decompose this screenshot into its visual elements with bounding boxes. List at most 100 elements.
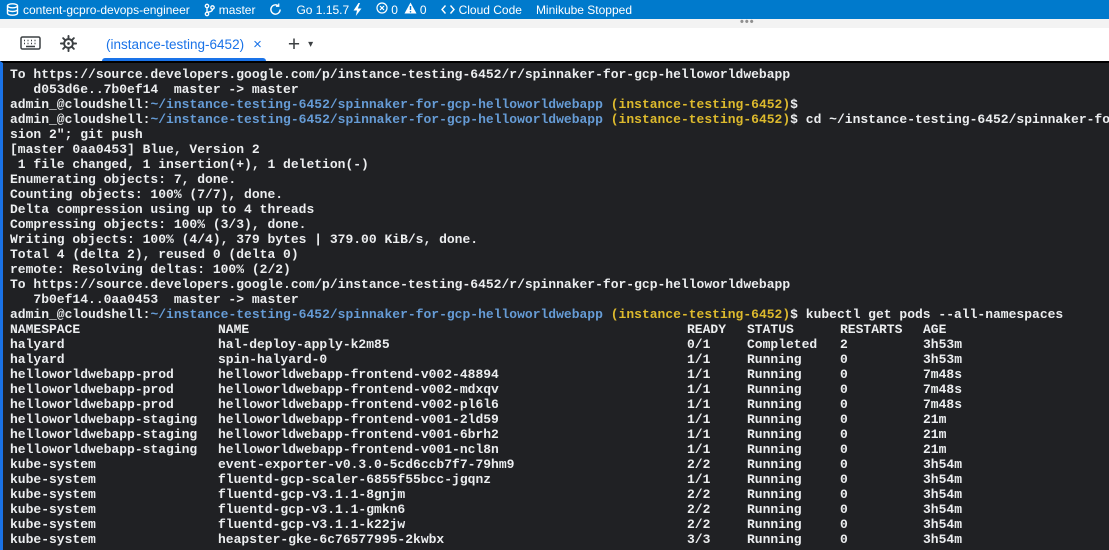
terminal-text-segment: sion 2"; git push — [10, 127, 143, 142]
status-project[interactable]: content-gcpro-devops-engineer — [6, 3, 190, 17]
pods-header-cell: STATUS — [747, 322, 794, 337]
status-minikube[interactable]: Minikube Stopped — [536, 3, 632, 17]
terminal-tab-bar: (instance-testing-6452) × + ▾ — [0, 28, 1109, 61]
pods-cell: fluentd-gcp-scaler-6855f55bcc-jgqnz — [218, 472, 491, 487]
terminal-text-segment: To https://source.developers.google.com/… — [10, 67, 790, 82]
pods-cell: fluentd-gcp-v3.1.1-gmkn6 — [218, 502, 405, 517]
terminal-text-segment: (instance-testing-6452) — [611, 307, 790, 322]
terminal-line: To https://source.developers.google.com/… — [10, 67, 1109, 82]
pods-row: helloworldwebapp-staginghelloworldwebapp… — [10, 427, 1109, 442]
pods-cell: kube-system — [10, 502, 96, 517]
terminal[interactable]: To https://source.developers.google.com/… — [0, 61, 1109, 550]
pods-row: helloworldwebapp-staginghelloworldwebapp… — [10, 442, 1109, 457]
pods-cell: 3h53m — [923, 352, 962, 367]
terminal-settings-button[interactable] — [59, 34, 78, 56]
pods-cell: Running — [747, 472, 802, 487]
tab-instance-testing-6452[interactable]: (instance-testing-6452) × — [96, 28, 272, 61]
terminal-line: Compressing objects: 100% (3/3), done. — [10, 217, 1109, 232]
terminal-text-segment: 7b0ef14..0aa0453 master -> master — [10, 292, 299, 307]
status-git-branch[interactable]: master — [204, 3, 256, 17]
pods-cell: 3h54m — [923, 532, 962, 547]
pods-cell: kube-system — [10, 517, 96, 532]
window-drag-handle[interactable]: ••• — [740, 17, 755, 28]
pods-cell: 0 — [840, 487, 848, 502]
pods-cell: Running — [747, 427, 802, 442]
terminal-text-segment: Counting objects: 100% (7/7), done. — [10, 187, 283, 202]
status-go-version[interactable]: Go 1.15.7 — [296, 3, 362, 17]
pods-cell: 0 — [840, 442, 848, 457]
pods-cell: 1/1 — [687, 367, 710, 382]
add-tab-button[interactable]: + — [288, 34, 300, 55]
pods-cell: Running — [747, 532, 802, 547]
terminal-line: d053d6e..7b0ef14 master -> master — [10, 82, 1109, 97]
pods-row: helloworldwebapp-prodhelloworldwebapp-fr… — [10, 397, 1109, 412]
pods-cell: 0 — [840, 517, 848, 532]
status-bar: content-gcpro-devops-engineer master — [0, 0, 1109, 19]
status-minikube-label: Minikube Stopped — [536, 3, 632, 17]
terminal-text-segment: (instance-testing-6452) — [611, 112, 790, 127]
pods-cell: kube-system — [10, 472, 96, 487]
pods-cell: Running — [747, 397, 802, 412]
pods-cell: halyard — [10, 352, 65, 367]
sync-icon — [269, 3, 282, 16]
pods-cell: 21m — [923, 442, 946, 457]
status-sync[interactable] — [269, 3, 282, 16]
pods-cell: Running — [747, 487, 802, 502]
gear-icon — [59, 34, 78, 56]
pods-cell: 3h54m — [923, 487, 962, 502]
pods-cell: helloworldwebapp-prod — [10, 397, 174, 412]
terminal-line: admin_@cloudshell:~/instance-testing-645… — [10, 112, 1109, 127]
pods-cell: helloworldwebapp-frontend-v002-48894 — [218, 367, 499, 382]
pods-cell: 3h54m — [923, 502, 962, 517]
pods-cell: 0 — [840, 472, 848, 487]
pods-cell: Running — [747, 502, 802, 517]
pods-cell: 1/1 — [687, 397, 710, 412]
terminal-line: To https://source.developers.google.com/… — [10, 277, 1109, 292]
terminal-output: To https://source.developers.google.com/… — [10, 67, 1109, 322]
pods-cell: 3h54m — [923, 472, 962, 487]
pods-cell: 0 — [840, 382, 848, 397]
pods-cell: 2/2 — [687, 517, 710, 532]
terminal-text-segment: Total 4 (delta 2), reused 0 (delta 0) — [10, 247, 299, 262]
status-project-label: content-gcpro-devops-engineer — [23, 3, 190, 17]
terminal-line: Writing objects: 100% (4/4), 379 bytes |… — [10, 232, 1109, 247]
pods-row: kube-systemfluentd-gcp-v3.1.1-k22jw2/2Ru… — [10, 517, 1109, 532]
terminal-line: admin_@cloudshell:~/instance-testing-645… — [10, 307, 1109, 322]
pods-cell: 0/1 — [687, 337, 710, 352]
pods-cell: 21m — [923, 412, 946, 427]
terminal-text-segment: ~/instance-testing-6452/spinnaker-for-gc… — [150, 97, 602, 112]
terminal-text-segment: remote: Resolving deltas: 100% (2/2) — [10, 262, 291, 277]
terminal-text-segment: admin_@cloudshell: — [10, 307, 150, 322]
pods-cell: Running — [747, 517, 802, 532]
database-icon — [6, 3, 19, 17]
terminal-text-segment: admin_@cloudshell: — [10, 97, 150, 112]
keyboard-button[interactable] — [20, 35, 41, 54]
terminal-text-segment: Enumerating objects: 7, done. — [10, 172, 236, 187]
pods-row: kube-systemevent-exporter-v0.3.0-5cd6ccb… — [10, 457, 1109, 472]
pods-cell: spin-halyard-0 — [218, 352, 327, 367]
pods-cell: Running — [747, 412, 802, 427]
terminal-text-segment: 1 file changed, 1 insertion(+), 1 deleti… — [10, 157, 369, 172]
terminal-text-segment: d053d6e..7b0ef14 master -> master — [10, 82, 299, 97]
pods-cell: 0 — [840, 352, 848, 367]
pods-cell: helloworldwebapp-prod — [10, 382, 174, 397]
status-problems[interactable]: 0 0 — [376, 2, 426, 17]
terminal-line: [master 0aa0453] Blue, Version 2 — [10, 142, 1109, 157]
pods-cell: Running — [747, 352, 802, 367]
tab-dropdown-caret-icon[interactable]: ▾ — [308, 39, 313, 50]
status-cloud-code[interactable]: Cloud Code — [441, 3, 522, 17]
pods-cell: helloworldwebapp-prod — [10, 367, 174, 382]
pods-header-cell: READY — [687, 322, 726, 337]
pods-cell: 7m48s — [923, 367, 962, 382]
pods-cell: 0 — [840, 532, 848, 547]
pods-row: kube-systemfluentd-gcp-v3.1.1-8gnjm2/2Ru… — [10, 487, 1109, 502]
close-icon[interactable]: × — [253, 37, 262, 52]
pods-cell: 0 — [840, 457, 848, 472]
pods-cell: 2/2 — [687, 487, 710, 502]
pods-cell: hal-deploy-apply-k2m85 — [218, 337, 390, 352]
terminal-text-segment: Compressing objects: 100% (3/3), done. — [10, 217, 306, 232]
terminal-text-segment: (instance-testing-6452) — [611, 97, 790, 112]
pods-cell: 0 — [840, 367, 848, 382]
pods-row: halyardspin-halyard-01/1Running03h53m — [10, 352, 1109, 367]
pods-cell: 1/1 — [687, 442, 710, 457]
